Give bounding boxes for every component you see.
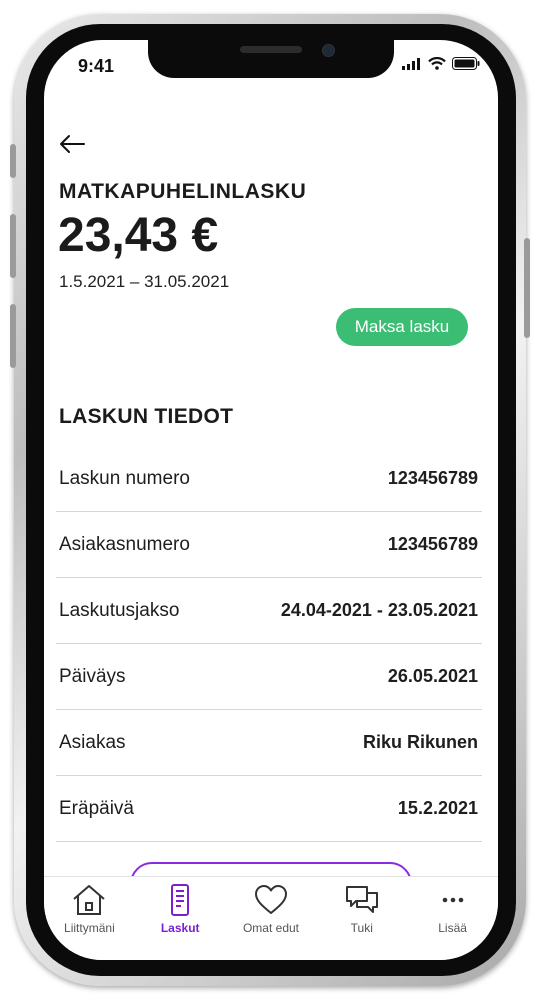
tab-lisaa[interactable]: Lisää [407, 877, 498, 960]
detail-value: 26.05.2021 [387, 666, 478, 686]
back-arrow-icon[interactable] [58, 132, 86, 156]
tab-label: Liittymäni [64, 921, 115, 935]
front-camera [322, 44, 335, 57]
signal-icon [402, 57, 420, 70]
detail-label: Asiakasnumero [59, 533, 190, 555]
pay-bill-button[interactable]: Maksa lasku [336, 308, 468, 346]
wifi-icon [428, 57, 446, 70]
battery-icon [452, 57, 480, 70]
mute-switch [10, 144, 16, 178]
power-button [524, 238, 530, 338]
speaker [240, 46, 302, 53]
notch [148, 40, 394, 78]
bottom-tab-bar: Liittymäni Laskut Omat edut Tuki Lisää [44, 876, 498, 960]
detail-value: 123456789 [387, 468, 478, 488]
detail-row-billing-period: Laskutusjakso 24.04-2021 - 23.05.2021 [56, 578, 482, 644]
detail-row-customer-number: Asiakasnumero 123456789 [56, 512, 482, 578]
app-screen: 9:41 MATKAPUHELINLASKU 23,43 € 1.5.2021 … [44, 40, 498, 960]
detail-row-customer: Asiakas Riku Rikunen [56, 710, 482, 776]
detail-label: Laskutusjakso [59, 599, 180, 621]
more-dots-icon [442, 897, 463, 903]
detail-value: Riku Rikunen [362, 732, 478, 752]
chat-bubbles-icon [345, 886, 378, 913]
detail-value: 15.2.2021 [397, 798, 478, 818]
tab-label: Lisää [438, 921, 467, 935]
volume-down-button [10, 304, 16, 368]
status-time: 9:41 [78, 56, 115, 76]
detail-row-due-date: Eräpäivä 15.2.2021 [56, 776, 482, 842]
tab-laskut[interactable]: Laskut [135, 877, 226, 960]
detail-value: 24.04-2021 - 23.05.2021 [280, 600, 478, 620]
detail-row-date: Päiväys 26.05.2021 [56, 644, 482, 710]
details-section-title: LASKUN TIEDOT [59, 405, 234, 428]
detail-label: Päiväys [59, 665, 126, 687]
volume-up-button [10, 214, 16, 278]
status-icons [402, 57, 480, 70]
tab-label: Tuki [350, 921, 373, 935]
detail-label: Laskun numero [59, 467, 190, 489]
detail-row-invoice-number: Laskun numero 123456789 [56, 446, 482, 512]
bill-type-heading: MATKAPUHELINLASKU [59, 180, 307, 203]
detail-value: 123456789 [387, 534, 478, 554]
tab-omat-edut[interactable]: Omat edut [226, 877, 317, 960]
tab-label: Laskut [160, 921, 200, 935]
bill-period: 1.5.2021 – 31.05.2021 [59, 272, 230, 291]
tab-liittymani[interactable]: Liittymäni [44, 877, 135, 960]
detail-label: Asiakas [59, 731, 126, 753]
tab-label: Omat edut [242, 921, 299, 935]
house-icon [73, 885, 106, 915]
bill-amount: 23,43 € [58, 209, 219, 262]
invoice-icon [171, 884, 190, 916]
heart-icon [254, 885, 287, 914]
tab-tuki[interactable]: Tuki [316, 877, 407, 960]
detail-label: Eräpäivä [59, 797, 134, 819]
